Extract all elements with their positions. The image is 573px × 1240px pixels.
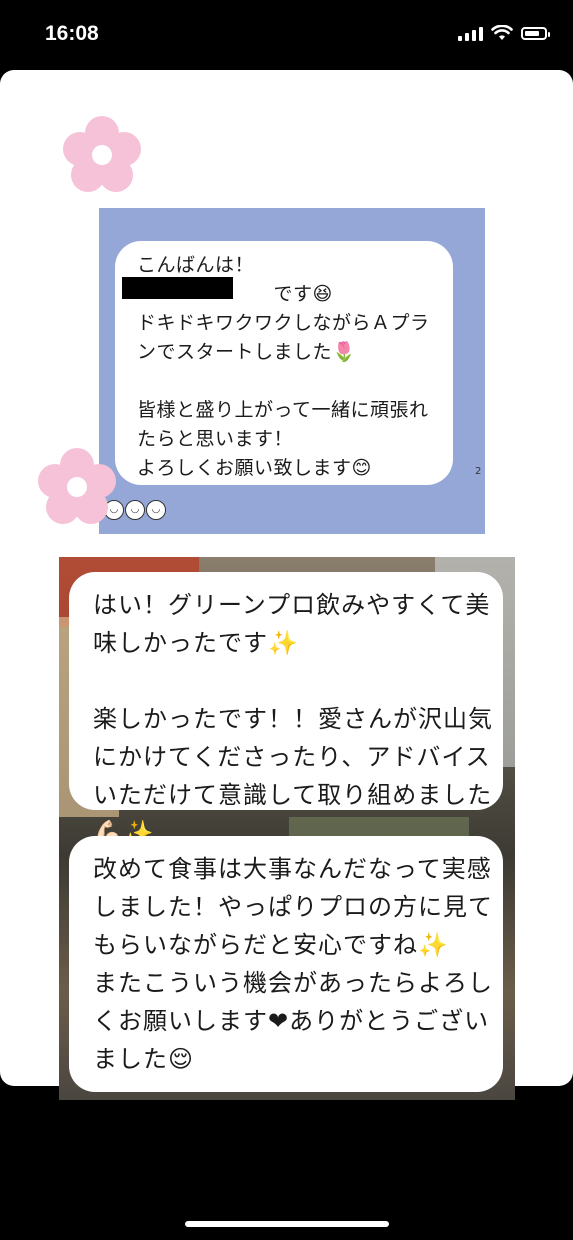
chat-screenshot-1: こんばんは！ です😆 ドキドキワクワクしながらＡプランでスタートしました🌷 皆様… bbox=[99, 208, 485, 534]
wifi-icon bbox=[491, 25, 513, 40]
status-bar: 16:08 bbox=[0, 0, 573, 70]
chat-screenshot-2: はい！グリーンプロ飲みやすくて美味しかったです✨ 楽しかったです！！愛さんが沢山… bbox=[59, 557, 515, 1100]
battery-icon bbox=[521, 26, 550, 40]
redacted-name bbox=[122, 277, 233, 299]
flower-sticker-icon bbox=[38, 448, 116, 526]
read-count: 2 bbox=[475, 466, 482, 477]
story-card: こんばんは！ です😆 ドキドキワクワクしながらＡプランでスタートしました🌷 皆様… bbox=[0, 70, 573, 1100]
status-icons bbox=[458, 25, 550, 41]
message-bubble-3: 改めて食事は大事なんだなって実感しました！やっぱりプロの方に見てもらいながらだと… bbox=[69, 836, 503, 1092]
message-bubble-2: はい！グリーンプロ飲みやすくて美味しかったです✨ 楽しかったです！！愛さんが沢山… bbox=[69, 572, 503, 847]
home-indicator[interactable] bbox=[185, 1221, 389, 1227]
status-time: 16:08 bbox=[45, 22, 99, 45]
smiley-face-icon: ◡ bbox=[146, 500, 166, 520]
battery-level bbox=[525, 30, 539, 36]
smiley-face-icon: ◡ bbox=[125, 500, 145, 520]
flower-sticker-icon bbox=[63, 116, 141, 194]
cellular-signal-icon bbox=[458, 25, 483, 41]
